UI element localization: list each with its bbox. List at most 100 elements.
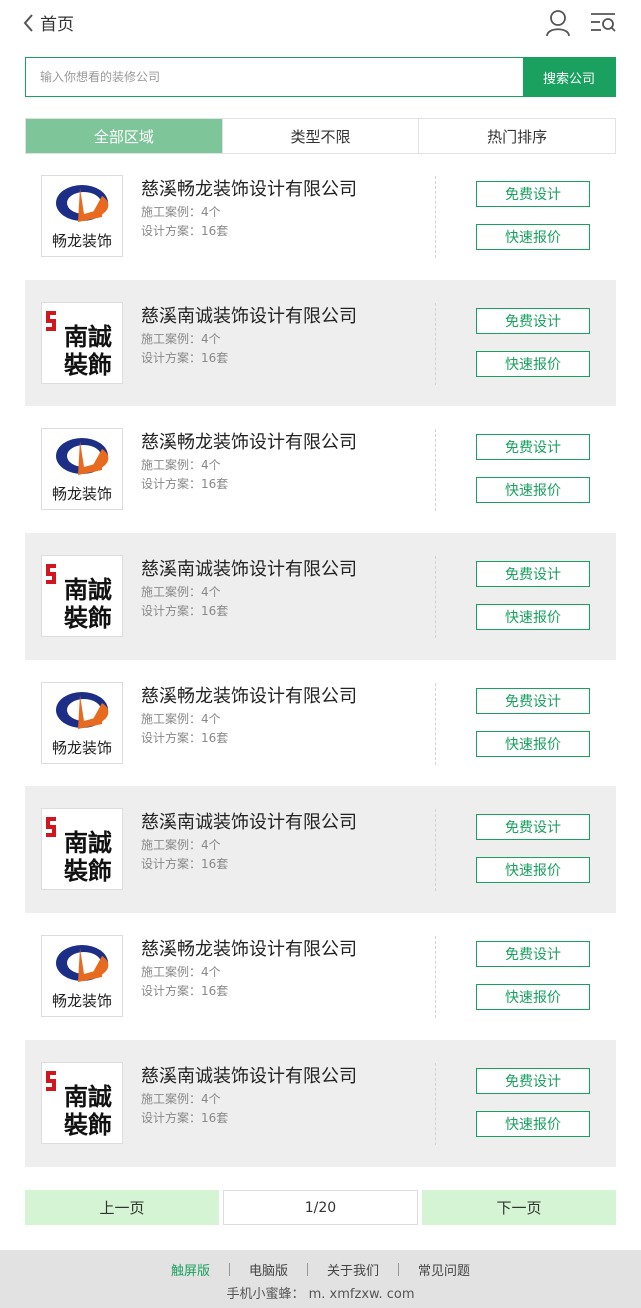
company-name[interactable]: 慈溪南诚装饰设计有限公司 — [141, 555, 357, 581]
next-page-button[interactable]: 下一页 — [422, 1190, 616, 1225]
footer-domain: 手机小蜜蜂： m. xmfzxw. com — [226, 1287, 415, 1302]
user-icon[interactable] — [544, 8, 572, 38]
company-item: 畅龙装饰 慈溪畅龙装饰设计有限公司 施工案例：4个 设计方案：16套 免费设计 … — [25, 153, 616, 280]
logo-text: 畅龙装饰 — [52, 232, 112, 250]
free-design-button[interactable]: 免费设计 — [476, 814, 590, 841]
quick-quote-button[interactable]: 快速报价 — [476, 224, 590, 250]
divider — [435, 556, 436, 639]
company-logo[interactable]: 畅龙装饰 — [41, 681, 123, 764]
pagination: 上一页 1/20 下一页 — [25, 1190, 616, 1225]
company-item: 南誠 裝飾 慈溪南诚装饰设计有限公司 施工案例：4个 设计方案：16套 免费设计… — [25, 786, 616, 914]
company-name[interactable]: 慈溪畅龙装饰设计有限公司 — [141, 935, 357, 961]
back-link[interactable]: 首页 — [22, 10, 74, 35]
top-bar: 首页 — [0, 0, 641, 46]
prev-page-button[interactable]: 上一页 — [25, 1190, 219, 1225]
company-logo[interactable]: 南誠 裝飾 — [41, 1061, 123, 1144]
plan-count: 设计方案：16套 — [141, 477, 229, 492]
company-logo[interactable]: 南誠 裝飾 — [41, 301, 123, 384]
logo-text-line1: 南誠 — [64, 575, 112, 604]
company-item: 畅龙装饰 慈溪畅龙装饰设计有限公司 施工案例：4个 设计方案：16套 免费设计 … — [25, 913, 616, 1040]
free-design-button[interactable]: 免费设计 — [476, 181, 590, 207]
divider — [435, 176, 436, 258]
divider — [435, 809, 436, 892]
footer-link-desktop[interactable]: 电脑版 — [230, 1260, 307, 1279]
free-design-button[interactable]: 免费设计 — [476, 941, 590, 968]
footer-link-faq[interactable]: 常见问题 — [399, 1260, 489, 1279]
plan-count: 设计方案：16套 — [141, 984, 229, 999]
free-design-button[interactable]: 免费设计 — [476, 307, 590, 334]
company-item: 畅龙装饰 慈溪畅龙装饰设计有限公司 施工案例：4个 设计方案：16套 免费设计 … — [25, 660, 616, 787]
chevron-left-icon — [23, 13, 33, 32]
search-menu-icon[interactable] — [589, 8, 617, 38]
company-name[interactable]: 慈溪南诚装饰设计有限公司 — [141, 808, 357, 834]
divider — [435, 302, 436, 385]
plan-count: 设计方案：16套 — [141, 730, 229, 745]
company-item: 畅龙装饰 慈溪畅龙装饰设计有限公司 施工案例：4个 设计方案：16套 免费设计 … — [25, 406, 616, 533]
logo-text-line2: 裝飾 — [63, 350, 112, 379]
nancheng-logo-icon: 南誠 裝飾 — [46, 310, 112, 379]
company-list: 畅龙装饰 慈溪畅龙装饰设计有限公司 施工案例：4个 设计方案：16套 免费设计 … — [25, 153, 616, 1167]
free-design-button[interactable]: 免费设计 — [476, 687, 590, 714]
free-design-button[interactable]: 免费设计 — [476, 1067, 590, 1094]
logo-text-line1: 南誠 — [64, 828, 112, 857]
plan-count: 设计方案：16套 — [141, 604, 229, 619]
free-design-button[interactable]: 免费设计 — [476, 434, 590, 461]
company-logo[interactable]: 畅龙装饰 — [41, 175, 123, 257]
case-count: 施工案例：4个 — [141, 585, 221, 600]
footer-links: 触屏版 电脑版 关于我们 常见问题 — [0, 1260, 641, 1279]
changlong-logo-icon: 畅龙装饰 — [52, 691, 112, 757]
case-count: 施工案例：4个 — [141, 205, 221, 219]
tab-sort[interactable]: 热门排序 — [418, 119, 616, 153]
case-count: 施工案例：4个 — [141, 458, 221, 473]
footer-link-about[interactable]: 关于我们 — [308, 1260, 398, 1279]
quick-quote-button[interactable]: 快速报价 — [476, 1110, 590, 1137]
quick-quote-button[interactable]: 快速报价 — [476, 857, 590, 884]
tab-all-regions[interactable]: 全部区域 — [26, 119, 222, 153]
company-item: 南誠 裝飾 慈溪南诚装饰设计有限公司 施工案例：4个 设计方案：16套 免费设计… — [25, 1039, 616, 1167]
search-input[interactable] — [26, 58, 523, 96]
case-count: 施工案例：4个 — [141, 711, 221, 726]
page-indicator: 1/20 — [223, 1190, 418, 1225]
changlong-logo-icon: 畅龙装饰 — [52, 438, 112, 503]
free-design-button[interactable]: 免费设计 — [476, 561, 590, 588]
logo-text-line2: 裝飾 — [63, 856, 112, 885]
case-count: 施工案例：4个 — [141, 838, 221, 853]
divider — [435, 429, 436, 512]
case-count: 施工案例：4个 — [141, 331, 221, 346]
company-item: 南誠 裝飾 慈溪南诚装饰设计有限公司 施工案例：4个 设计方案：16套 免费设计… — [25, 533, 616, 660]
quick-quote-button[interactable]: 快速报价 — [476, 350, 590, 377]
company-logo[interactable]: 南誠 裝飾 — [41, 808, 123, 891]
nancheng-logo-icon: 南誠 裝飾 — [46, 1070, 112, 1139]
plan-count: 设计方案：16套 — [141, 857, 229, 872]
nancheng-logo-icon: 南誠 裝飾 — [46, 817, 112, 885]
company-name[interactable]: 慈溪畅龙装饰设计有限公司 — [141, 428, 357, 454]
company-name[interactable]: 慈溪南诚装饰设计有限公司 — [141, 302, 357, 328]
divider — [435, 936, 436, 1019]
quick-quote-button[interactable]: 快速报价 — [476, 477, 590, 504]
logo-text: 畅龙装饰 — [52, 485, 112, 503]
plan-count: 设计方案：16套 — [141, 1110, 229, 1125]
nancheng-logo-icon: 南誠 裝飾 — [46, 564, 112, 632]
quick-quote-button[interactable]: 快速报价 — [476, 604, 590, 631]
company-name[interactable]: 慈溪畅龙装饰设计有限公司 — [141, 682, 357, 708]
company-logo[interactable]: 畅龙装饰 — [41, 428, 123, 511]
plan-count: 设计方案：16套 — [141, 350, 229, 365]
logo-text-line1: 南誠 — [64, 1082, 112, 1111]
search-bar: 搜索公司 — [25, 57, 616, 97]
logo-text: 畅龙装饰 — [52, 739, 112, 757]
divider — [435, 1062, 436, 1145]
filter-tabs: 全部区域 类型不限 热门排序 — [25, 118, 616, 154]
footer-link-touch[interactable]: 触屏版 — [152, 1260, 229, 1279]
tab-type[interactable]: 类型不限 — [221, 119, 419, 153]
quick-quote-button[interactable]: 快速报价 — [476, 730, 590, 757]
company-name[interactable]: 慈溪畅龙装饰设计有限公司 — [141, 175, 357, 201]
footer: 触屏版 电脑版 关于我们 常见问题 手机小蜜蜂： m. xmfzxw. com — [0, 1250, 641, 1308]
logo-text: 畅龙装饰 — [52, 992, 112, 1010]
company-logo[interactable]: 南誠 裝飾 — [41, 555, 123, 638]
quick-quote-button[interactable]: 快速报价 — [476, 984, 590, 1011]
company-name[interactable]: 慈溪南诚装饰设计有限公司 — [141, 1062, 357, 1088]
company-logo[interactable]: 畅龙装饰 — [41, 935, 123, 1018]
changlong-logo-icon: 畅龙装饰 — [52, 185, 112, 250]
search-button[interactable]: 搜索公司 — [523, 58, 615, 96]
plan-count: 设计方案：16套 — [141, 224, 229, 238]
